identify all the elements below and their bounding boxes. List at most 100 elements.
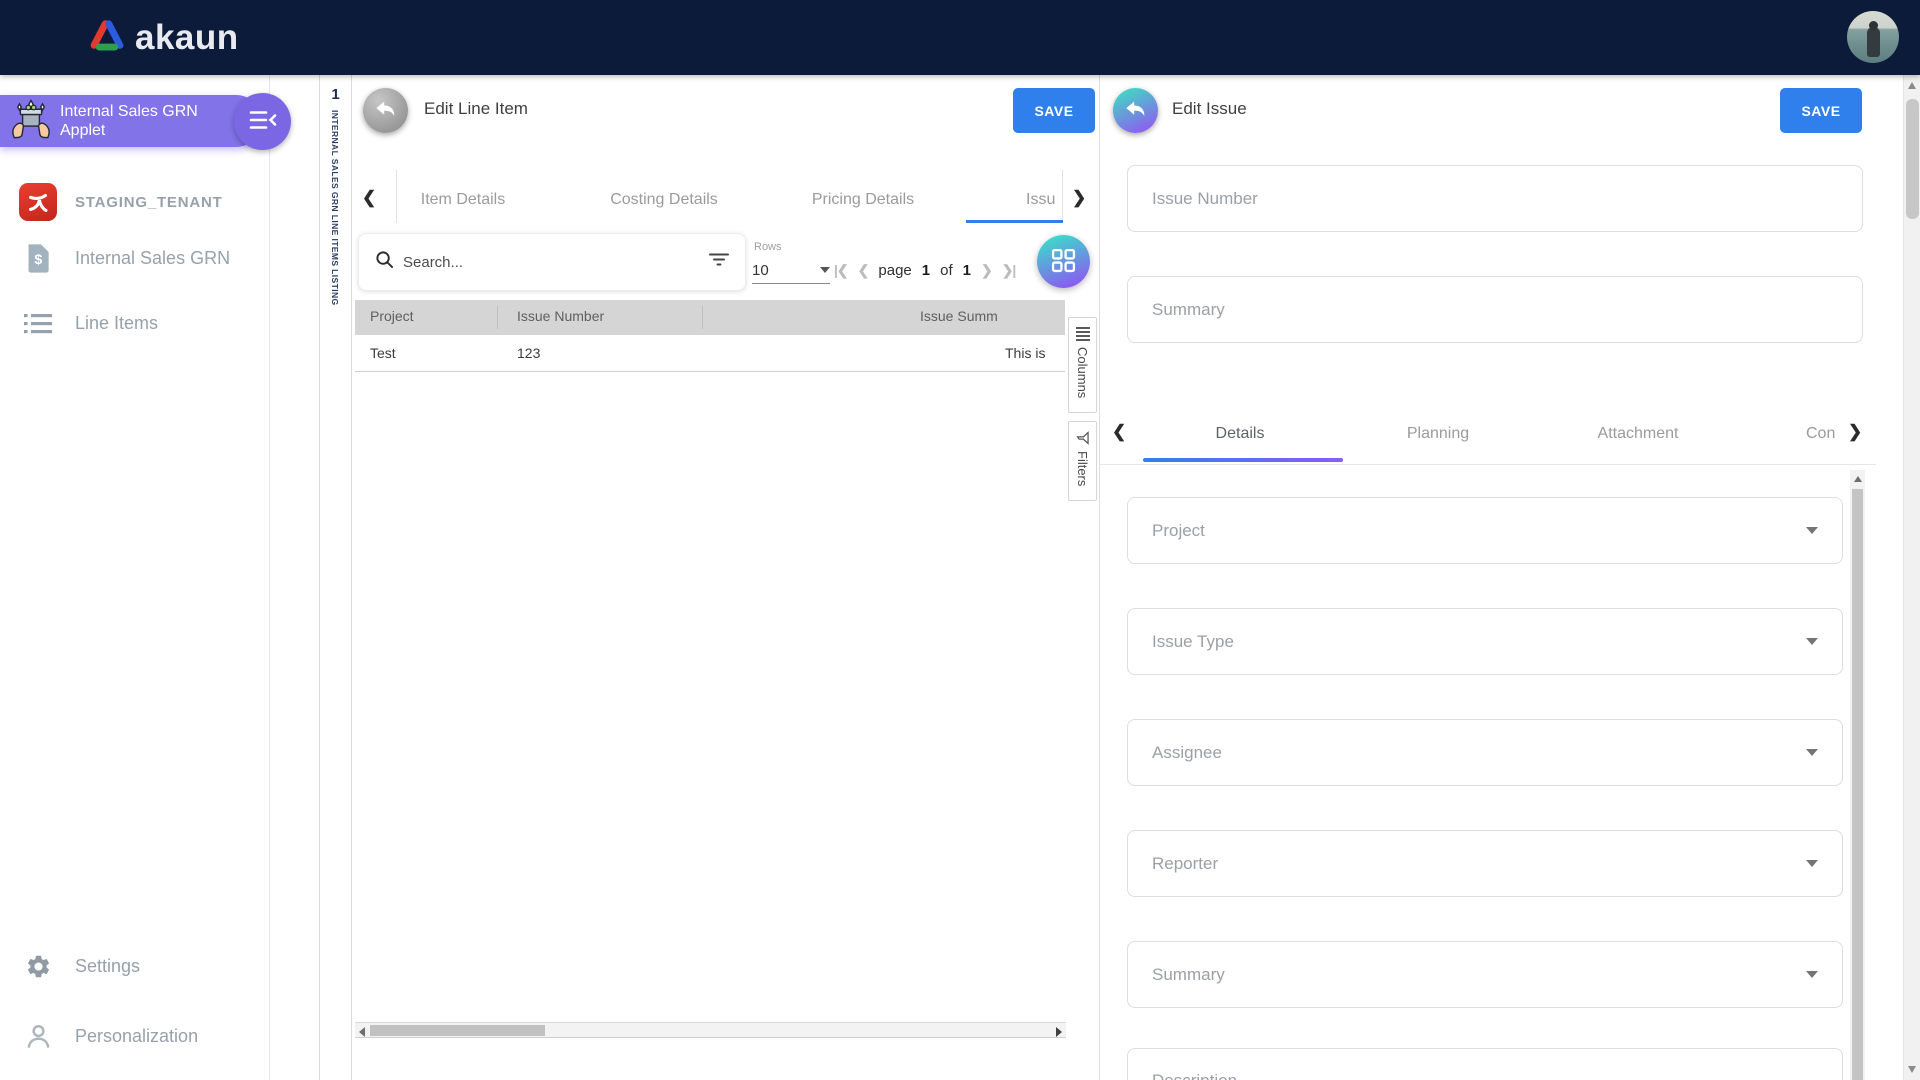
current-page-number: 1 — [922, 262, 930, 279]
description-field-partial[interactable]: Description — [1127, 1048, 1843, 1080]
strip-left-border — [319, 75, 320, 1080]
summary-dropdown[interactable]: Summary — [1127, 941, 1843, 1008]
person-icon — [18, 1023, 58, 1050]
caret-down-icon — [1806, 971, 1818, 978]
tab-pricing-details[interactable]: Pricing Details — [812, 191, 914, 209]
tenant-icon — [18, 183, 58, 221]
page-vertical-scrollbar[interactable] — [1903, 75, 1920, 1080]
menu-collapse-icon — [249, 109, 277, 134]
user-avatar[interactable] — [1847, 11, 1899, 63]
sidebar-item-personalization[interactable]: Personalization — [18, 1023, 198, 1050]
scroll-left-arrow-icon[interactable] — [359, 1027, 365, 1037]
pagination: |❮ ❮ page 1 of 1 ❯ ❯| — [834, 255, 1015, 285]
filters-side-tab[interactable]: Filters — [1068, 421, 1097, 501]
tab-planning[interactable]: Planning — [1407, 425, 1469, 443]
issue-save-button[interactable]: SAVE — [1780, 88, 1862, 133]
summary-field[interactable] — [1127, 276, 1863, 343]
columns-side-tab-label: Columns — [1075, 347, 1090, 398]
horizontal-scrollbar-thumb[interactable] — [370, 1025, 545, 1036]
scroll-down-arrow-icon[interactable] — [1908, 1066, 1916, 1073]
table-row[interactable]: Test 123 This is — [355, 335, 1065, 372]
caret-down-icon — [1806, 638, 1818, 645]
column-divider[interactable] — [497, 306, 498, 329]
listing-tab-vertical-label[interactable]: INTERNAL SALES GRN LINE ITEMS LISTING — [330, 110, 340, 306]
issue-panel-title: Edit Issue — [1172, 99, 1247, 119]
line-item-save-button[interactable]: SAVE — [1013, 88, 1095, 133]
project-dropdown[interactable]: Project — [1127, 497, 1843, 564]
sidebar-collapse-button[interactable] — [234, 93, 291, 150]
app-root: akaun Internal Sale — [0, 0, 1920, 1080]
active-tab-underline — [1143, 458, 1343, 462]
sidebar-item-internal-sales-grn[interactable]: $ Internal Sales GRN — [18, 243, 230, 274]
tab-issues-active[interactable]: Issu — [1026, 191, 1055, 209]
grid-view-button[interactable] — [1037, 235, 1090, 288]
tab-conversation-clipped[interactable]: Con — [1806, 425, 1835, 443]
avatar-figure-head — [1869, 21, 1878, 30]
tab-details-active[interactable]: Details — [1216, 425, 1265, 443]
cell-issue-summary: This is — [1005, 345, 1045, 361]
active-tab-underline — [966, 220, 1063, 223]
strip-right-border — [351, 75, 352, 1080]
list-icon — [18, 313, 58, 334]
tab-costing-details[interactable]: Costing Details — [610, 191, 718, 209]
sidebar-item-label: STAGING_TENANT — [75, 194, 223, 211]
listing-tab-index[interactable]: 1 — [320, 86, 351, 103]
tabs-divider — [1100, 464, 1876, 465]
last-page-button[interactable]: ❯| — [1002, 262, 1016, 279]
issue-number-input[interactable] — [1128, 166, 1862, 231]
cell-issue-number: 123 — [517, 345, 540, 361]
column-header-project[interactable]: Project — [370, 308, 414, 324]
issue-tabs-scroll-right-icon[interactable]: ❯ — [1848, 422, 1862, 442]
avatar-figure — [1867, 27, 1880, 57]
filter-lines-icon[interactable] — [709, 252, 729, 272]
line-item-tabs-scroll-right-icon[interactable]: ❯ — [1072, 188, 1086, 208]
column-divider[interactable] — [702, 306, 703, 329]
column-header-issue-summary[interactable]: Issue Summ — [920, 308, 998, 324]
svg-text:$: $ — [34, 252, 42, 268]
caret-down-icon — [1806, 527, 1818, 534]
previous-page-button[interactable]: ❮ — [858, 262, 869, 279]
tab-separator — [396, 170, 397, 223]
scroll-up-arrow-icon[interactable] — [1908, 82, 1916, 89]
summary-input[interactable] — [1128, 277, 1862, 342]
rows-per-page-select[interactable]: 10 — [752, 257, 830, 284]
issue-number-field[interactable] — [1127, 165, 1863, 232]
brand-logo[interactable]: akaun — [88, 0, 239, 75]
cell-project: Test — [370, 345, 396, 361]
tab-item-details[interactable]: Item Details — [421, 191, 505, 209]
form-vertical-scrollbar[interactable] — [1850, 470, 1865, 1080]
sidebar-item-staging-tenant[interactable]: STAGING_TENANT — [18, 183, 223, 221]
page-scrollbar-thumb[interactable] — [1906, 99, 1919, 219]
search-box — [358, 233, 746, 291]
description-field-label: Description — [1152, 1071, 1237, 1080]
scroll-right-arrow-icon[interactable] — [1056, 1027, 1062, 1037]
caret-down-icon — [820, 267, 830, 273]
column-header-issue-number[interactable]: Issue Number — [517, 308, 604, 324]
columns-side-tab[interactable]: Columns — [1068, 317, 1097, 413]
caret-down-icon — [1806, 749, 1818, 756]
gear-icon — [18, 953, 58, 980]
sidebar-item-settings[interactable]: Settings — [18, 953, 140, 980]
table-header: Project Issue Number Issue Summ — [355, 300, 1065, 335]
issue-type-dropdown[interactable]: Issue Type — [1127, 608, 1843, 675]
document-dollar-icon: $ — [18, 243, 58, 274]
next-page-button[interactable]: ❯ — [981, 262, 992, 279]
horizontal-scrollbar[interactable] — [355, 1022, 1066, 1038]
filters-side-tab-label: Filters — [1075, 451, 1090, 486]
tab-attachment[interactable]: Attachment — [1598, 425, 1679, 443]
sidebar-item-line-items[interactable]: Line Items — [18, 313, 158, 334]
search-input[interactable] — [403, 254, 700, 271]
form-scrollbar-thumb[interactable] — [1852, 489, 1863, 1080]
sidebar-item-label: Personalization — [75, 1026, 198, 1047]
reporter-dropdown[interactable]: Reporter — [1127, 830, 1843, 897]
assignee-dropdown[interactable]: Assignee — [1127, 719, 1843, 786]
line-item-back-button[interactable] — [363, 88, 408, 133]
scroll-up-arrow-icon[interactable] — [1854, 476, 1862, 482]
issue-back-button[interactable] — [1113, 88, 1158, 133]
applet-header[interactable]: Internal Sales GRN Applet — [0, 95, 262, 147]
line-item-tabs-scroll-left-icon[interactable]: ❮ — [362, 188, 376, 208]
issue-tabs-scroll-left-icon[interactable]: ❮ — [1112, 422, 1126, 442]
assignee-dropdown-label: Assignee — [1152, 743, 1222, 763]
first-page-button[interactable]: |❮ — [834, 262, 848, 279]
brand-name: akaun — [135, 18, 239, 58]
